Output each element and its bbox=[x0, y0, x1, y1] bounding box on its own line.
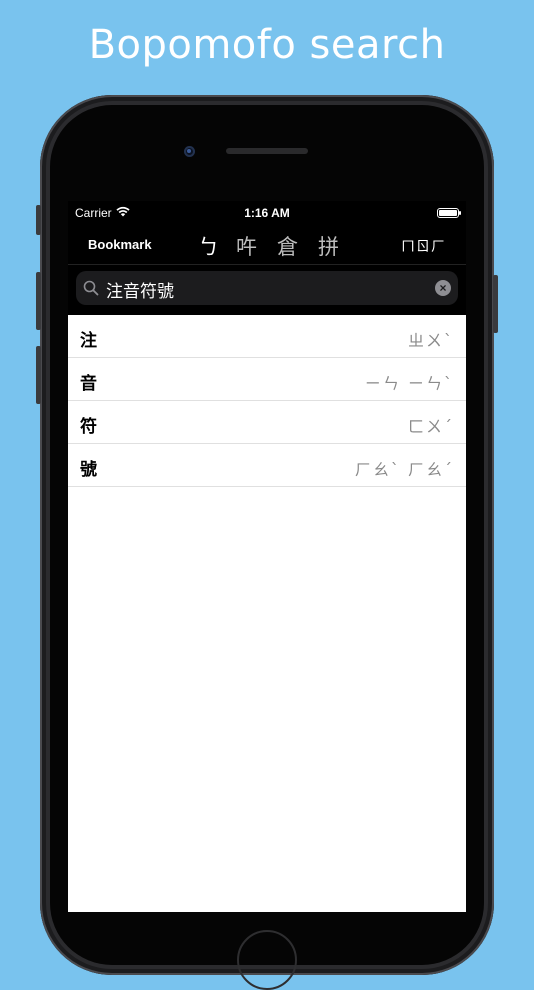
bookmark-button[interactable]: Bookmark bbox=[88, 237, 152, 252]
status-bar: Carrier 1:16 AM bbox=[68, 201, 466, 223]
result-zhuyin: ㄈㄨˊ bbox=[407, 417, 454, 436]
result-row[interactable]: 符 ㄈㄨˊ bbox=[68, 401, 466, 444]
phone-screen: Carrier 1:16 AM Bookmark ㄅ 吘 倉 拼 ㄇㄖㄏ 注音符… bbox=[68, 201, 466, 912]
clear-search-icon[interactable]: × bbox=[435, 280, 451, 296]
front-camera bbox=[184, 146, 195, 157]
result-character: 符 bbox=[80, 417, 97, 437]
mute-switch bbox=[36, 205, 41, 235]
earpiece-speaker bbox=[226, 148, 308, 154]
result-row[interactable]: 音 ㄧㄣ ㄧㄣˋ bbox=[68, 358, 466, 401]
volume-up-button bbox=[36, 272, 41, 330]
result-row[interactable]: 號 ㄏㄠˋ ㄏㄠˊ bbox=[68, 444, 466, 487]
search-icon bbox=[83, 280, 99, 296]
keyboard-layout-button[interactable]: ㄇㄖㄏ bbox=[401, 236, 446, 256]
volume-down-button bbox=[36, 346, 41, 404]
search-bar[interactable]: 注音符號 × bbox=[76, 271, 458, 305]
marketing-headline: Bopomofo search bbox=[88, 22, 446, 68]
status-time: 1:16 AM bbox=[244, 206, 290, 220]
segment-bopomofo[interactable]: ㄅ bbox=[198, 231, 219, 261]
result-character: 注 bbox=[80, 331, 97, 351]
input-mode-selector: ㄅ 吘 倉 拼 bbox=[194, 231, 344, 259]
result-zhuyin: ㄧㄣ ㄧㄣˋ bbox=[364, 374, 454, 393]
result-row[interactable]: 注 ㄓㄨˋ bbox=[68, 315, 466, 358]
result-character: 號 bbox=[80, 460, 97, 480]
home-button bbox=[237, 930, 297, 990]
segment-component[interactable]: 吘 bbox=[236, 231, 257, 261]
segment-pinyin[interactable]: 拼 bbox=[318, 231, 339, 261]
result-zhuyin: ㄏㄠˋ ㄏㄠˊ bbox=[354, 460, 454, 479]
result-zhuyin: ㄓㄨˋ bbox=[407, 331, 454, 350]
nav-divider bbox=[68, 264, 466, 265]
search-input[interactable]: 注音符號 bbox=[106, 277, 174, 302]
navigation-bar: Bookmark ㄅ 吘 倉 拼 ㄇㄖㄏ bbox=[68, 223, 466, 265]
result-character: 音 bbox=[80, 374, 97, 394]
segment-cangjie[interactable]: 倉 bbox=[277, 231, 298, 261]
results-list: 注 ㄓㄨˋ 音 ㄧㄣ ㄧㄣˋ 符 ㄈㄨˊ 號 ㄏㄠˋ ㄏㄠˊ bbox=[68, 315, 466, 912]
battery-icon bbox=[437, 208, 461, 218]
power-button bbox=[493, 275, 498, 333]
